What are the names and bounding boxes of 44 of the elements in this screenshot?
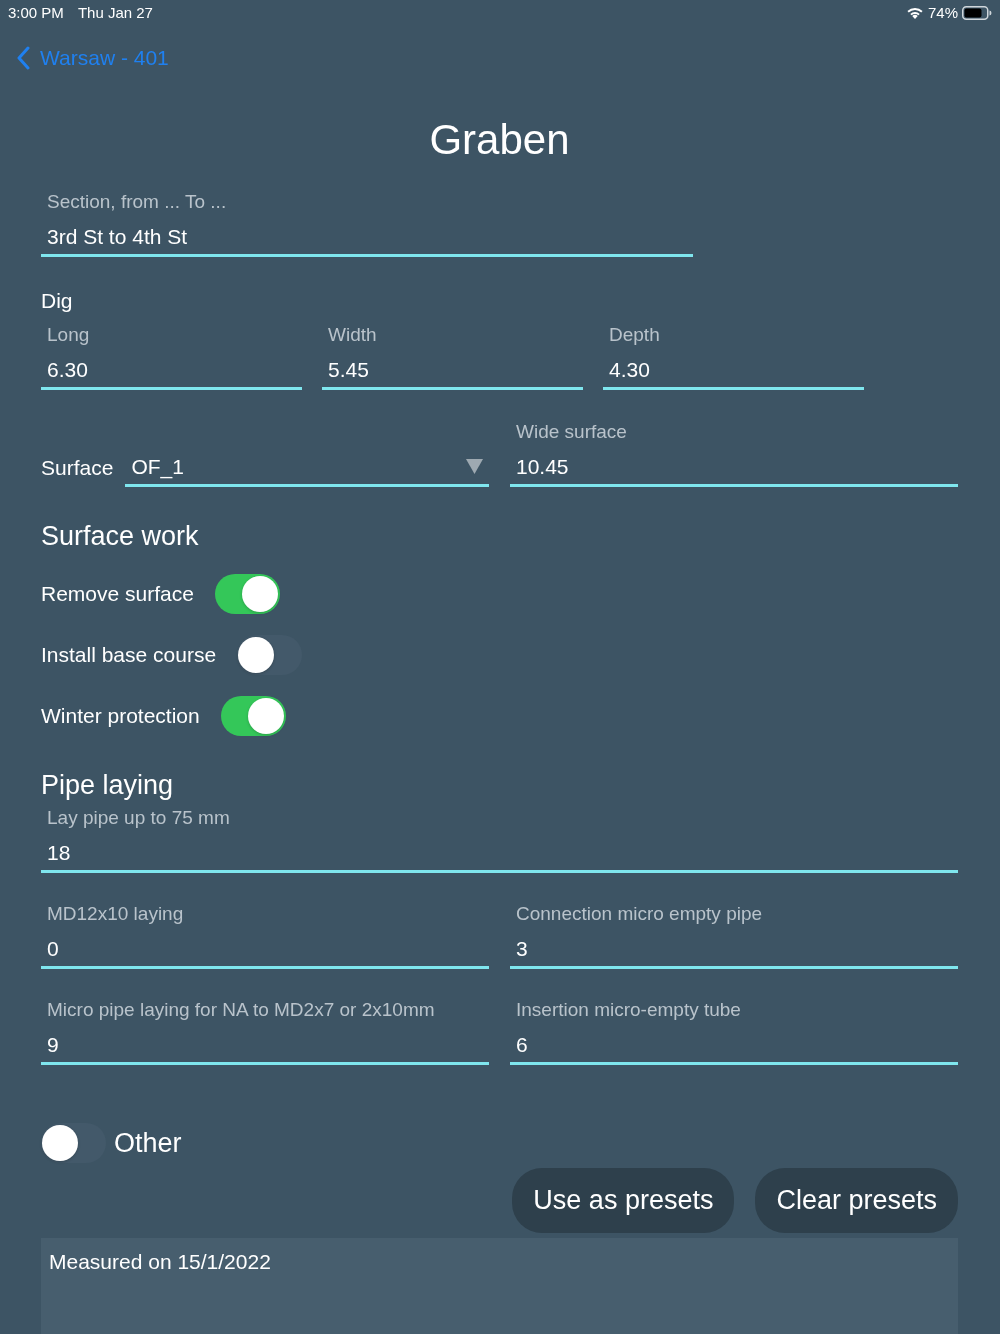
field-label: Long [46,323,91,347]
field-label: Surface [41,456,114,481]
text-field[interactable]: 18 [41,838,958,873]
section-heading: Surface work [41,520,200,552]
battery-percent: 74% [927,4,958,21]
field-label: Insertion micro-empty tube [515,998,742,1022]
text-field[interactable]: 6 [510,1030,958,1065]
preset-button[interactable]: Clear presets [755,1168,958,1233]
text-field[interactable]: 9 [41,1030,489,1065]
toggle-label: Other [114,1127,182,1159]
text-field[interactable]: 3 [510,934,958,969]
field-label: Connection micro empty pipe [515,902,764,926]
toggle-label: Install base course [41,643,217,667]
chevron-left-icon [16,46,30,70]
text-field[interactable]: 6.30 [41,355,302,390]
text-field[interactable]: 3rd St to 4th St [41,222,693,257]
field-label: Width [327,323,378,347]
toggle-switch[interactable] [220,696,286,736]
section-heading: Pipe laying [41,769,175,801]
surface-dropdown[interactable]: OF_1 [125,452,489,487]
notes-field[interactable]: Measured on 15/1/2022 [41,1238,958,1334]
status-time: 3:00 PM [8,4,64,21]
status-date: Thu Jan 27 [77,4,153,21]
wifi-icon [905,6,924,19]
battery-icon [962,5,992,20]
toggle-switch[interactable] [214,574,280,614]
text-field[interactable]: 0 [41,934,489,969]
toggle-label: Remove surface [41,582,194,606]
page-title: Graben [428,115,571,165]
field-label: Micro pipe laying for NA to MD2x7 or 2x10mm [46,998,436,1022]
field-label: MD12x10 laying [46,902,185,926]
text-field[interactable]: 10.45 [510,452,958,487]
text-field[interactable]: 4.30 [603,355,864,390]
caret-down-icon [466,459,483,474]
toggle-label: Winter protection [41,704,200,728]
field-label: Wide surface [515,420,628,444]
text-field[interactable]: 5.45 [322,355,583,390]
field-label: Lay pipe up to 75 mm [46,806,231,830]
toggle-switch[interactable] [41,1123,106,1163]
field-label: Section, from ... To ... [46,190,228,214]
field-label: Depth [608,323,661,347]
section-heading: Dig [41,289,74,313]
preset-button[interactable]: Use as presets [512,1168,735,1233]
toggle-switch[interactable] [237,635,303,675]
